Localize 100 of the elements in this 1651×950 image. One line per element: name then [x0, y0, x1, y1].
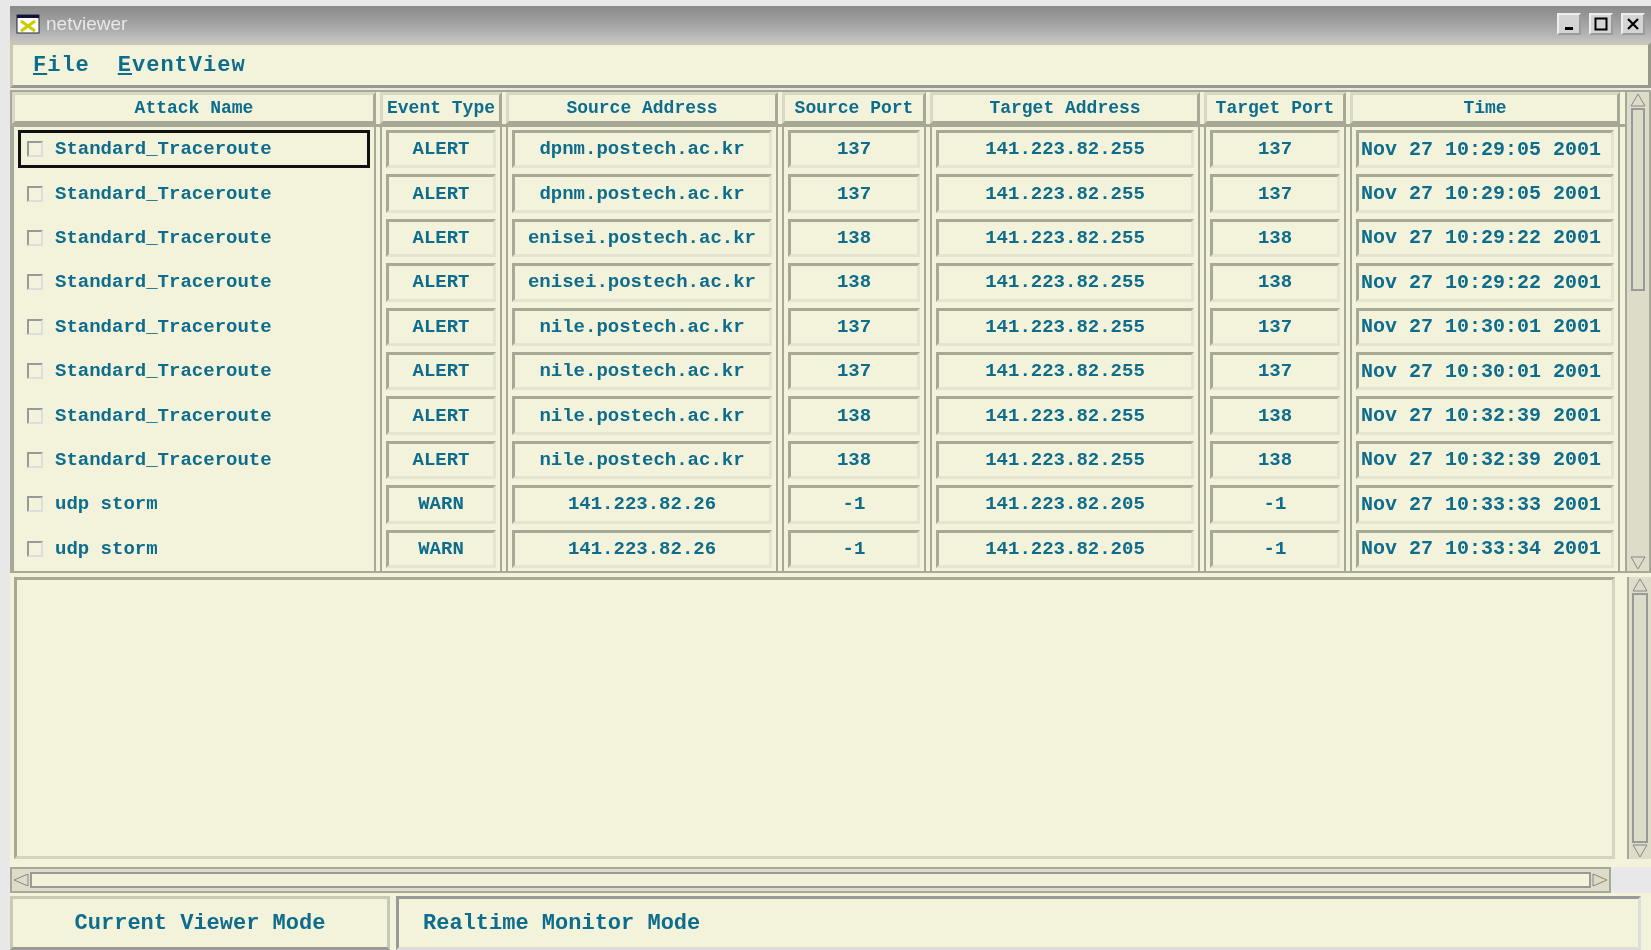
vertical-scrollbar[interactable] — [1627, 576, 1651, 859]
table-cell: 138 — [1210, 440, 1340, 480]
checkbox[interactable] — [27, 496, 43, 513]
table-cell[interactable]: Standard_Traceroute — [18, 263, 370, 302]
table-cell[interactable]: Standard_Traceroute — [18, 218, 370, 258]
table-cell: 138 — [1210, 396, 1340, 435]
table-cell: nile.postech.ac.kr — [512, 396, 772, 435]
table-cell: 137 — [1210, 130, 1340, 169]
column-header[interactable]: Source Address — [506, 92, 778, 124]
scroll-right-icon[interactable] — [1591, 872, 1609, 888]
table-cell: 137 — [788, 174, 920, 213]
table-cell: ALERT — [386, 351, 496, 391]
table-cell[interactable]: Standard_Traceroute — [18, 307, 370, 346]
checkbox[interactable] — [27, 451, 43, 468]
table-cell: nile.postech.ac.kr — [512, 307, 772, 346]
checkbox[interactable] — [27, 229, 43, 246]
status-value: Realtime Monitor Mode — [396, 896, 1641, 950]
table-cell: 137 — [788, 351, 920, 391]
table-cell: 141.223.82.255 — [936, 130, 1194, 169]
table-cell: Nov 27 10:32:39 2001 — [1356, 396, 1614, 435]
close-icon — [1626, 17, 1640, 31]
table-cell: -1 — [788, 529, 920, 568]
table-cell: Nov 27 10:29:22 2001 — [1356, 218, 1614, 258]
table-cell: ALERT — [386, 307, 496, 346]
column-header[interactable]: Target Port — [1204, 92, 1346, 124]
table-cell[interactable]: Standard_Traceroute — [18, 440, 370, 480]
table-cell: Nov 27 10:32:39 2001 — [1356, 440, 1614, 480]
table-cell: Nov 27 10:29:05 2001 — [1356, 130, 1614, 169]
table-cell: 141.223.82.255 — [936, 263, 1194, 302]
table-cell: 141.223.82.205 — [936, 529, 1194, 568]
vertical-scrollbar[interactable] — [1625, 92, 1649, 571]
table-cell: Nov 27 10:33:34 2001 — [1356, 529, 1614, 568]
table-cell: 138 — [788, 396, 920, 435]
table-cell[interactable]: Standard_Traceroute — [18, 174, 370, 213]
table-cell[interactable]: Standard_Traceroute — [18, 351, 370, 391]
scroll-up-icon[interactable] — [1629, 92, 1647, 108]
table-cell: Nov 27 10:30:01 2001 — [1356, 307, 1614, 346]
table-cell: ALERT — [386, 174, 496, 213]
table-cell: 141.223.82.26 — [512, 529, 772, 568]
table-cell: nile.postech.ac.kr — [512, 351, 772, 391]
checkbox[interactable] — [27, 185, 43, 202]
table-cell: -1 — [1210, 485, 1340, 524]
table-cell: dpnm.postech.ac.kr — [512, 174, 772, 213]
table-cell: Nov 27 10:33:33 2001 — [1356, 485, 1614, 524]
maximize-button[interactable] — [1589, 13, 1613, 35]
table-cell: 137 — [788, 307, 920, 346]
table-cell: 141.223.82.205 — [936, 485, 1194, 524]
app-icon — [16, 14, 40, 34]
table-cell: nile.postech.ac.kr — [512, 440, 772, 480]
column-header[interactable]: Source Port — [782, 92, 926, 124]
minimize-button[interactable] — [1557, 13, 1581, 35]
table-cell: ALERT — [386, 396, 496, 435]
table-cell[interactable]: Standard_Traceroute — [18, 396, 370, 435]
column-header[interactable]: Target Address — [930, 92, 1200, 124]
checkbox[interactable] — [27, 274, 43, 291]
table-cell[interactable]: Standard_Traceroute — [18, 130, 370, 169]
table-cell: 141.223.82.255 — [936, 307, 1194, 346]
table-cell: ALERT — [386, 130, 496, 169]
table-cell: -1 — [788, 485, 920, 524]
checkbox[interactable] — [27, 540, 43, 557]
table-cell: 141.223.82.26 — [512, 485, 772, 524]
table-cell: enisei.postech.ac.kr — [512, 218, 772, 258]
table-cell: enisei.postech.ac.kr — [512, 263, 772, 302]
checkbox[interactable] — [27, 141, 43, 158]
table-cell: WARN — [386, 529, 496, 568]
table-cell: ALERT — [386, 440, 496, 480]
menu-item[interactable]: File — [33, 52, 90, 78]
table-cell: 137 — [788, 130, 920, 169]
scroll-left-icon[interactable] — [12, 872, 30, 888]
table-cell: Nov 27 10:29:05 2001 — [1356, 174, 1614, 213]
checkbox[interactable] — [27, 318, 43, 335]
scroll-thumb[interactable] — [1631, 108, 1645, 291]
checkbox[interactable] — [27, 363, 43, 380]
table-cell[interactable]: udp storm — [18, 529, 370, 568]
scroll-up-icon[interactable] — [1631, 576, 1649, 593]
table-cell: 141.223.82.255 — [936, 396, 1194, 435]
table-cell: 138 — [788, 218, 920, 258]
table-cell: WARN — [386, 485, 496, 524]
scroll-down-icon[interactable] — [1631, 843, 1649, 859]
checkbox[interactable] — [27, 407, 43, 424]
table-cell: 138 — [1210, 263, 1340, 302]
table-cell: 141.223.82.255 — [936, 218, 1194, 258]
maximize-icon — [1594, 17, 1608, 31]
table-cell: Nov 27 10:29:22 2001 — [1356, 263, 1614, 302]
table-cell: 137 — [1210, 307, 1340, 346]
table-cell: 137 — [1210, 351, 1340, 391]
column-header[interactable]: Attack Name — [12, 92, 376, 124]
table-cell[interactable]: udp storm — [18, 485, 370, 524]
column-header[interactable]: Event Type — [380, 92, 502, 124]
table-cell: 138 — [788, 440, 920, 480]
window-title: netviewer — [46, 13, 128, 35]
table-cell: 141.223.82.255 — [936, 351, 1194, 391]
table-cell: dpnm.postech.ac.kr — [512, 130, 772, 169]
status-label: Current Viewer Mode — [10, 896, 390, 950]
menu-item[interactable]: EventView — [117, 52, 246, 78]
table-cell: ALERT — [386, 218, 496, 258]
close-button[interactable] — [1621, 13, 1645, 35]
table-cell: 137 — [1210, 174, 1340, 213]
table-cell: -1 — [1210, 529, 1340, 568]
column-header[interactable]: Time — [1350, 92, 1620, 124]
